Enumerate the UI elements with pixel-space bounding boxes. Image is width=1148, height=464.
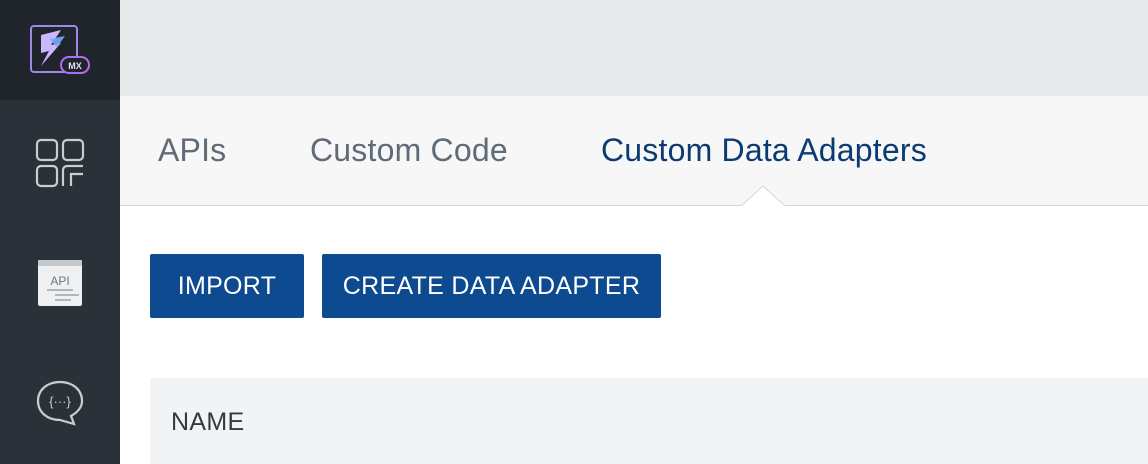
sidebar-item-api[interactable]: API: [0, 233, 120, 333]
sidebar-item-apps[interactable]: [0, 113, 120, 213]
sidebar-item-custom-code[interactable]: {···}: [0, 353, 120, 453]
column-header-name[interactable]: NAME: [171, 408, 244, 437]
tab-apis[interactable]: APIs: [158, 132, 226, 169]
logo[interactable]: MX: [0, 0, 120, 100]
api-icon-label: API: [50, 274, 69, 288]
apps-grid-icon: [35, 138, 85, 188]
table-header: NAME: [150, 378, 1148, 464]
import-button[interactable]: IMPORT: [150, 254, 304, 318]
tab-custom-data-adapters[interactable]: Custom Data Adapters: [601, 132, 927, 169]
api-icon: API: [38, 260, 82, 306]
sidebar: MX API {···}: [0, 0, 120, 464]
logo-badge: MX: [68, 61, 82, 71]
tab-bar: APIs Custom Code Custom Data Adapters: [120, 96, 1148, 207]
chat-code-icon: {···}: [36, 380, 84, 426]
create-data-adapter-button[interactable]: CREATE DATA ADAPTER: [322, 254, 661, 318]
chat-code-label: {···}: [49, 394, 71, 409]
logo-icon: MX: [30, 25, 90, 74]
main-content: IMPORT CREATE DATA ADAPTER NAME: [120, 207, 1148, 464]
top-bar: [120, 0, 1148, 96]
tab-custom-code[interactable]: Custom Code: [310, 132, 508, 169]
